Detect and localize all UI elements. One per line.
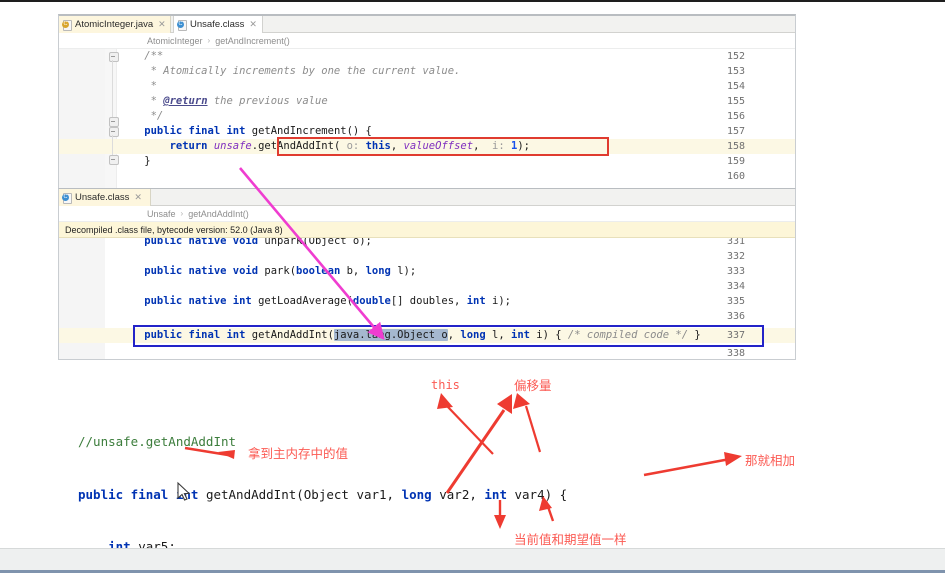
fold-guide-line [112,60,113,119]
java-file-icon: C [62,19,72,31]
line-number: 156 [726,111,745,122]
editor-window-unsafe-class: C Unsafe.class ✕ Unsafe › getAndAddInt()… [58,188,796,360]
line-number: 155 [726,96,745,107]
close-icon[interactable]: ✕ [134,192,142,203]
tab-label: Unsafe.class [75,192,130,203]
breadcrumb: AtomicInteger › getAndIncrement() [59,33,795,49]
breadcrumb-member[interactable]: getAndAddInt() [188,209,249,219]
tab-unsafe-class-2[interactable]: C Unsafe.class ✕ [59,189,151,206]
line-number: 154 [726,81,745,92]
fold-marker-icon[interactable] [109,52,119,62]
code-line[interactable]: */ [119,109,164,124]
tab-label: Unsafe.class [190,19,245,30]
chevron-right-icon: › [180,209,184,218]
close-icon[interactable]: ✕ [158,19,166,30]
line-number: 335 [726,296,745,307]
breadcrumb-2: Unsafe › getAndAddInt() [59,206,795,222]
line-number: 331 [726,238,745,247]
code-line-highlighted[interactable]: return unsafe.getAndAddInt( o: this, val… [119,139,530,154]
line-number: 158 [726,141,745,152]
annotation-read-main-memory: 拿到主内存中的值 [248,447,349,461]
code-line[interactable]: } [119,154,150,169]
line-number: 157 [726,126,745,137]
top-border [0,0,945,2]
line-number: 153 [726,66,745,77]
editor-tab-strip-2: C Unsafe.class ✕ [59,189,795,206]
snippet-line: public final int getAndAddInt(Object var… [78,486,568,502]
code-line[interactable]: public native void unpark(Object o); [119,238,372,249]
line-number: 333 [726,266,745,277]
code-line[interactable]: * [119,79,157,94]
code-line[interactable]: /** [119,49,163,64]
breadcrumb-class[interactable]: AtomicInteger [147,36,203,46]
screenshot-root: C AtomicInteger.java ✕ C Unsafe.class ✕ … [0,0,945,573]
decompiled-notice-text: Decompiled .class file, bytecode version… [65,224,283,235]
line-number: 334 [726,281,745,292]
code-line[interactable]: public final int getAndIncrement() { [119,124,372,139]
tab-atomicinteger-java[interactable]: C AtomicInteger.java ✕ [59,16,171,33]
class-file-icon: C [62,192,72,204]
arrow-then-add-head [724,452,742,466]
annotation-current-equals-expected: 当前值和期望值一样 [514,533,627,547]
close-icon[interactable]: ✕ [249,19,257,30]
fold-marker-icon[interactable] [109,117,119,127]
code-line[interactable]: public native int getLoadAverage(double[… [119,294,511,309]
annotation-then-add: 那就相加 [745,454,796,468]
line-number: 160 [726,171,745,182]
code-pane-unsafe[interactable]: 331 332 333 334 335 336 337 338 public n… [59,238,795,359]
breadcrumb-member[interactable]: getAndIncrement() [215,36,290,46]
class-file-icon: C [177,19,187,31]
annotation-this: this [431,378,460,392]
bottom-strip [0,548,945,571]
fold-guide-line [112,135,113,157]
code-line[interactable]: * Atomically increments by one the curre… [119,64,461,79]
source-code-snippet: //unsafe.getAndAddInt public final int g… [78,398,590,573]
fold-marker-icon[interactable] [109,127,119,137]
line-number: 336 [726,311,745,322]
arrow-then-add [643,457,731,477]
code-line[interactable]: * @return the previous value [119,94,328,109]
chevron-right-icon: › [207,36,211,45]
line-number: 159 [726,156,745,167]
line-number: 337 [726,330,745,341]
fold-marker-icon[interactable] [109,155,119,165]
tab-unsafe-class[interactable]: C Unsafe.class ✕ [173,16,263,33]
annotation-offset: 偏移量 [514,379,552,393]
breadcrumb-class[interactable]: Unsafe [147,209,176,219]
code-line[interactable]: public native void park(boolean b, long … [119,264,416,279]
tab-label: AtomicInteger.java [75,19,154,30]
line-number: 152 [726,51,745,62]
editor-tab-strip: C AtomicInteger.java ✕ C Unsafe.class ✕ [59,16,795,33]
code-line-highlighted[interactable]: public final int getAndAddInt(java.lang.… [119,328,701,343]
code-line[interactable] [119,169,144,184]
decompiled-notice-bar: Decompiled .class file, bytecode version… [59,222,795,238]
line-number: 338 [726,348,745,359]
line-number: 332 [726,251,745,262]
